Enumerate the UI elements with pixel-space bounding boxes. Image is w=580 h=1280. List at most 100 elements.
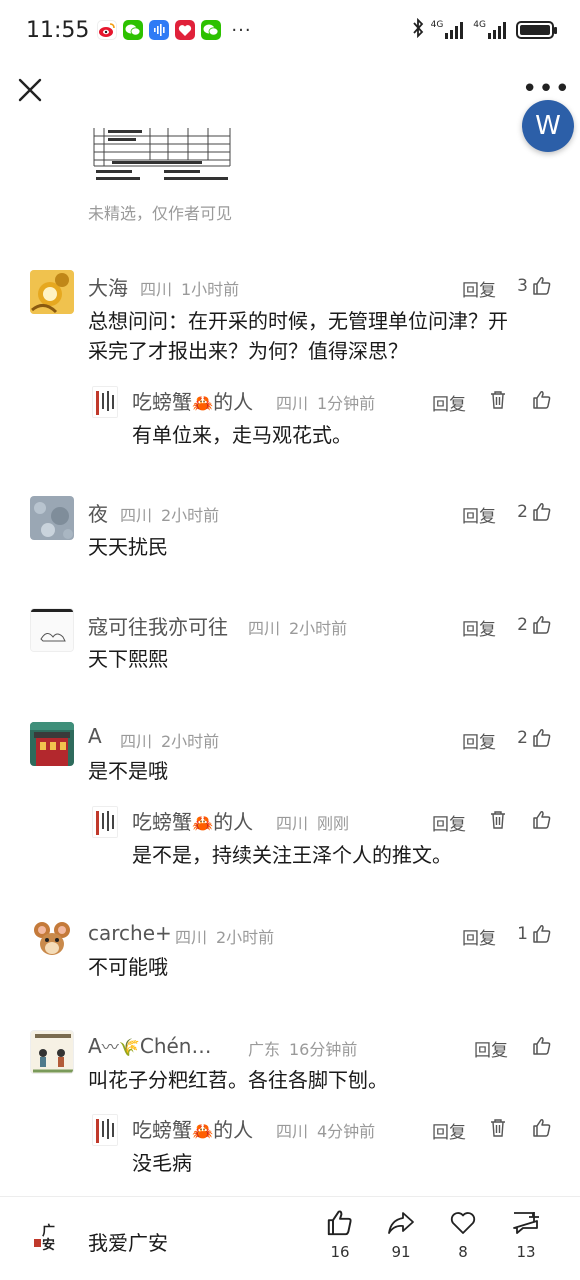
replier-name[interactable]: 吃螃蟹🦀的人 [132,806,253,835]
thumbs-up-icon[interactable] [532,1118,552,1138]
status-bar: 11:55 ··· 4G 4G [0,0,580,60]
thumbs-up-icon [318,1209,362,1237]
battery-icon [516,21,557,39]
crab-icon: 🦀 [192,814,214,834]
commenter-avatar[interactable] [30,496,74,540]
replier-avatar[interactable] [92,386,118,418]
comment-time: 2小时前 [161,732,220,751]
comment-location: 广东 [248,1040,281,1059]
post-document-image[interactable] [90,126,245,184]
status-system-icons: 4G 4G [411,17,557,42]
reply-button[interactable]: 回复 [432,1118,466,1143]
reply-text: 有单位来，走马观花式。 [132,423,352,447]
thumbs-up-icon[interactable] [532,390,552,410]
commenter-name[interactable]: 大海 [88,272,128,301]
thumbs-up-icon[interactable] [532,276,552,296]
reply-location: 四川 [276,394,309,413]
like-action[interactable]: 16 [318,1209,362,1261]
health-app-icon [175,20,196,40]
comment-text-line: 采完了才报出来？为何？值得深思？ [88,339,408,363]
reply-button[interactable]: 回复 [462,502,496,527]
floating-user-avatar[interactable]: W [522,100,574,152]
status-more-indicator: ··· [231,19,252,41]
delete-icon[interactable] [488,390,508,410]
reply-button[interactable]: 回复 [462,276,496,301]
thumbs-up-icon[interactable] [532,924,552,944]
replier-name[interactable]: 吃螃蟹🦀的人 [132,386,253,415]
reply-button[interactable]: 回复 [462,924,496,949]
reply-text: 没毛病 [132,1151,192,1175]
commenter-avatar[interactable] [30,608,74,652]
share-icon [379,1209,423,1237]
commenter-avatar[interactable] [30,918,74,962]
squiggle-emoji-icon: 〰 [101,1038,119,1058]
delete-icon[interactable] [488,1118,508,1138]
top-bar: ••• [0,62,580,124]
commenter-name[interactable]: carche+ [88,921,172,945]
share-count: 91 [391,1243,411,1261]
reply-button[interactable]: 回复 [462,615,496,640]
commenter-name[interactable]: A〰🌾Chén… [88,1033,211,1058]
commenter-name[interactable]: 寇可往我亦可往 [88,611,228,640]
share-action[interactable]: 91 [379,1209,423,1261]
signal-4g-icon: 4G [431,21,468,39]
comment-add-icon [504,1209,548,1237]
delete-icon[interactable] [488,810,508,830]
replier-name[interactable]: 吃螃蟹🦀的人 [132,1114,253,1143]
reply-button[interactable]: 回复 [432,810,466,835]
reply-text: 是不是，持续关注王泽个人的推文。 [132,843,452,867]
more-icon[interactable]: ••• [522,76,571,102]
heart-icon [441,1209,485,1237]
bluetooth-icon [411,17,425,42]
weibo-app-icon [97,20,118,40]
signal-4g-icon-2: 4G [473,21,510,39]
reply-time: 刚刚 [317,814,350,833]
comment-text: 是不是哦 [88,759,168,783]
commenter-avatar[interactable] [30,722,74,766]
thumbs-up-icon[interactable] [532,728,552,748]
status-time: 11:55 [26,17,90,43]
crab-icon: 🦀 [192,394,214,414]
wheat-emoji-icon: 🌾 [118,1038,140,1058]
comment-text: 总想问问：在开采的时候，无管理单位问津？开 采完了才报出来？为何？值得深思？ [88,306,558,366]
crab-icon: 🦀 [192,1122,214,1142]
commenter-name[interactable]: 夜 [88,498,108,527]
comment-text: 不可能哦 [88,955,168,979]
comment-action[interactable]: 13 [504,1209,548,1261]
favorite-action[interactable]: 8 [441,1209,485,1261]
commenter-name[interactable]: A [88,724,102,748]
reply-button[interactable]: 回复 [432,390,466,415]
replier-avatar[interactable] [92,806,118,838]
comment-count: 13 [516,1243,536,1261]
comment-location: 四川 [120,732,153,751]
brand-name[interactable]: 我爱广安 [88,1227,168,1256]
like-count: 2 [517,615,528,635]
wechat-app-icon-2 [201,20,222,40]
reply-button[interactable]: 回复 [474,1036,508,1061]
like-count: 1 [517,924,528,944]
thumbs-up-icon[interactable] [532,502,552,522]
like-count: 2 [517,502,528,522]
comment-time: 2小时前 [161,506,220,525]
thumbs-up-icon[interactable] [532,1036,552,1056]
favorite-count: 8 [458,1243,468,1261]
voice-app-icon [149,20,170,40]
replier-avatar[interactable] [92,1114,118,1146]
comment-location: 四川 [248,619,281,638]
like-count: 2 [517,728,528,748]
commenter-avatar[interactable] [30,270,74,314]
commenter-avatar[interactable] [30,1030,74,1074]
like-count: 3 [517,276,528,296]
reply-button[interactable]: 回复 [462,728,496,753]
like-count: 16 [330,1243,350,1261]
comment-time: 1小时前 [181,280,240,299]
comment-time: 16分钟前 [289,1040,358,1059]
thumbs-up-icon[interactable] [532,615,552,635]
thumbs-up-icon[interactable] [532,810,552,830]
comment-text: 天下熙熙 [88,647,168,671]
comment-text: 天天扰民 [88,535,168,559]
brand-logo[interactable]: 广安 [34,1223,68,1255]
comment-text-line: 总想问问：在开采的时候，无管理单位问津？开 [88,309,508,333]
wechat-app-icon [123,20,144,40]
close-icon[interactable] [14,74,46,106]
